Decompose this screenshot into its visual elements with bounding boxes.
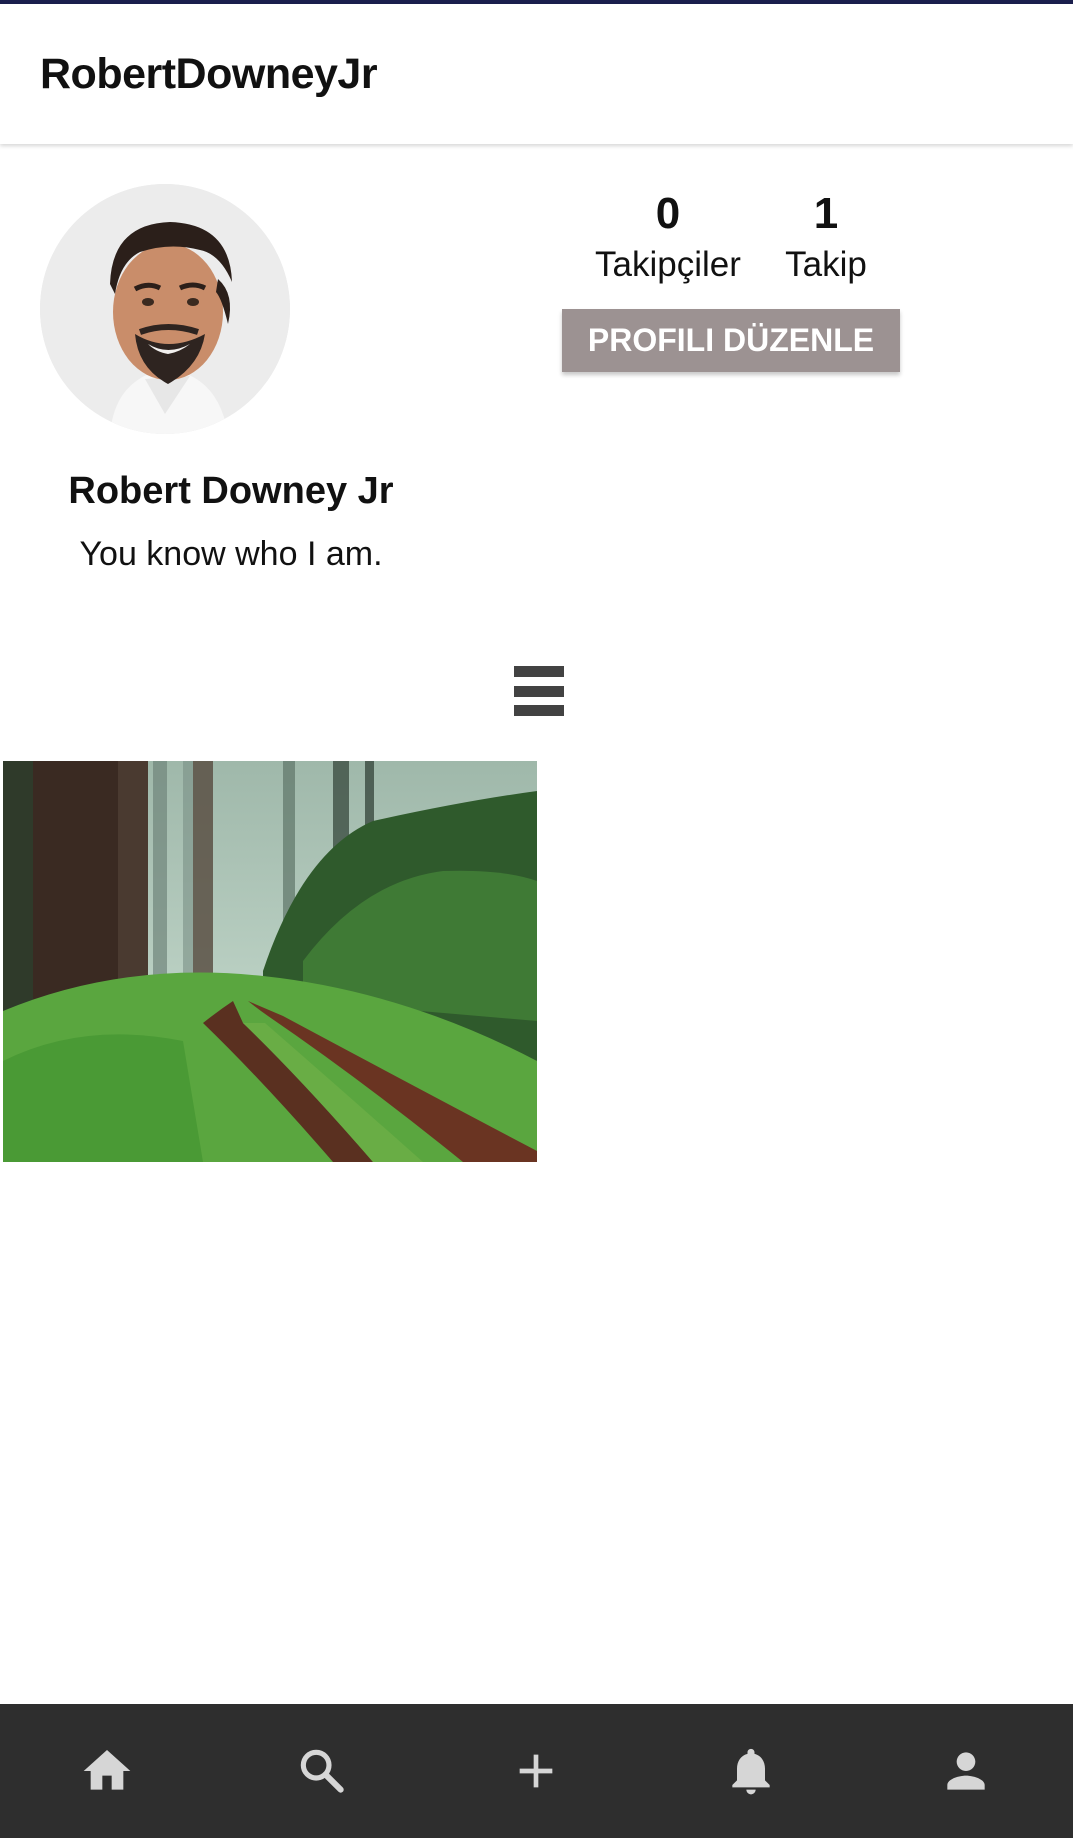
profile-icon: [947, 1752, 985, 1790]
following-label: Takip: [785, 245, 867, 284]
followers-count: 0: [655, 189, 681, 238]
app-bar: RobertDowneyJr: [0, 4, 1073, 144]
add-icon: [520, 1754, 553, 1788]
profile-photo: [40, 184, 290, 434]
avatar[interactable]: [40, 184, 290, 434]
following-stat[interactable]: 1 Takip: [770, 188, 882, 290]
nav-add[interactable]: [476, 1721, 596, 1821]
display-name: Robert Downey Jr: [68, 470, 394, 512]
forest-path-photo: [3, 761, 537, 1162]
followers-stat[interactable]: 0 Takipçiler: [588, 188, 748, 290]
followers-label: Takipçiler: [595, 245, 741, 284]
nav-notifications[interactable]: [691, 1721, 811, 1821]
profile-bio: You know who I am.: [79, 535, 383, 573]
bottom-nav: [0, 1704, 1073, 1838]
list-view-bar: [514, 666, 564, 677]
nav-search[interactable]: [262, 1721, 382, 1821]
following-count: 1: [813, 189, 839, 238]
notifications-icon: [732, 1748, 770, 1795]
list-view-icon[interactable]: [512, 664, 566, 718]
nav-home[interactable]: [47, 1721, 167, 1821]
home-icon: [83, 1750, 131, 1790]
edit-profile-button[interactable]: PROFILI DÜZENLE: [562, 309, 900, 372]
nav-profile[interactable]: [906, 1721, 1026, 1821]
list-view-bar: [514, 685, 564, 697]
search-icon: [300, 1749, 344, 1793]
post-thumbnail[interactable]: [3, 761, 537, 1162]
page-title: RobertDowneyJr: [40, 50, 378, 98]
list-view-bar: [514, 705, 564, 716]
